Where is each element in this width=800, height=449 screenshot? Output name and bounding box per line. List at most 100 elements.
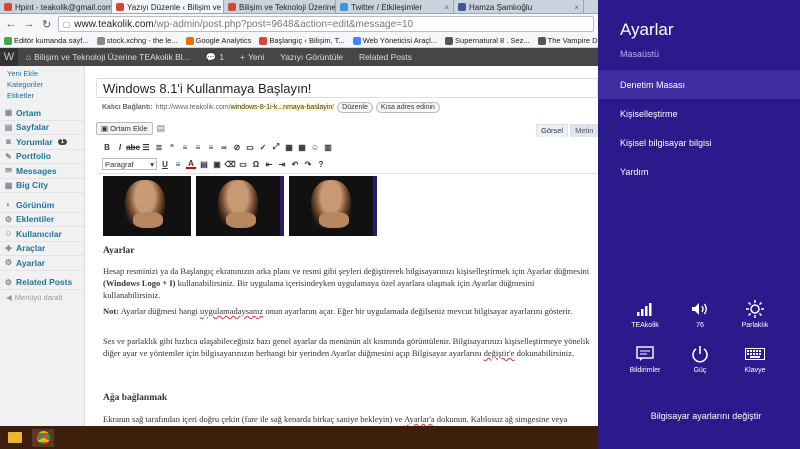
undo-icon[interactable]: ↶ xyxy=(290,159,300,169)
quick-power[interactable]: Güç xyxy=(675,345,725,374)
sidebar-item-portfolio[interactable]: ✎ Portfolio xyxy=(0,150,84,164)
settings-item-personalization[interactable]: Kişiselleştirme xyxy=(598,99,800,128)
align-left-icon[interactable]: ≡ xyxy=(180,142,190,152)
fullscreen-icon[interactable]: ⤢ xyxy=(271,142,281,152)
bookmark-item[interactable]: Başlangıç ‹ Bilişim, T... xyxy=(259,36,345,45)
sidebar-item-settings[interactable]: ⚙ Ayarlar xyxy=(0,256,84,271)
settings-item-control-panel[interactable]: Denetim Masası xyxy=(598,70,800,99)
blockquote-icon[interactable]: “ xyxy=(167,142,177,152)
editor-content[interactable]: Ayarlar Hesap resminizi ya da Başlangıç … xyxy=(97,173,598,426)
admin-bar-new[interactable]: + Yeni xyxy=(232,48,272,66)
tab-visual[interactable]: Görsel xyxy=(536,124,569,137)
chrome-icon[interactable] xyxy=(32,428,54,447)
redo-icon[interactable]: ↷ xyxy=(303,159,313,169)
reload-icon[interactable]: ↻ xyxy=(40,17,54,31)
italic-icon[interactable]: I xyxy=(115,142,125,152)
browser-tab-edit-post[interactable]: Yazıyı Düzenle ‹ Bilişim ve Te...× xyxy=(112,0,224,13)
bookmark-item[interactable]: Supernatural 8 . Sez... xyxy=(445,36,530,45)
quick-brightness[interactable]: Parlaklık xyxy=(730,300,780,329)
sidebar-item-users[interactable]: ☺ Kullanıcılar xyxy=(0,227,84,242)
spellcheck-icon[interactable]: ✓ xyxy=(258,142,268,152)
bookmark-item[interactable]: The Vampire Diaries ... xyxy=(537,36,598,45)
outdent-icon[interactable]: ⇤ xyxy=(264,159,274,169)
paste-word-icon[interactable]: ▣ xyxy=(212,159,222,169)
clear-format-icon[interactable]: ⌫ xyxy=(224,159,235,169)
link-icon[interactable]: ∞ xyxy=(219,142,229,152)
post-image[interactable] xyxy=(103,176,191,236)
get-shortlink-button[interactable]: Kısa adres edinin xyxy=(375,101,440,113)
address-bar[interactable]: ▢ www.teakolik.com/wp-admin/post.php?pos… xyxy=(57,16,595,32)
back-arrow-icon[interactable]: ← xyxy=(4,17,18,31)
sidebar-item-plugins[interactable]: ⚙ Eklentiler xyxy=(0,213,84,227)
browser-tab-gmail[interactable]: Hpint - teakolik@gmail.com× xyxy=(0,0,112,13)
browser-tab-twitter[interactable]: Twitter / Etkileşimler × xyxy=(336,0,454,13)
format-select[interactable]: Paragraf ▾ xyxy=(102,158,157,170)
sidebar-item-tools[interactable]: ✚ Araçlar xyxy=(0,242,84,256)
sidebar-subitem-add-new[interactable]: Yeni Ekle xyxy=(0,68,84,79)
sidebar-subitem-categories[interactable]: Kategoriler xyxy=(0,79,84,90)
edit-permalink-button[interactable]: Düzenle xyxy=(337,101,373,113)
bold-icon[interactable]: B xyxy=(102,142,112,152)
bullet-list-icon[interactable]: ☰ xyxy=(141,142,151,152)
bookmark-item[interactable]: stock.xchng - the le... xyxy=(96,36,178,45)
close-icon[interactable]: × xyxy=(444,3,449,12)
browser-tab-facebook[interactable]: Hamza Şamlıoğlu × xyxy=(454,0,584,13)
justify-icon[interactable]: ≡ xyxy=(173,159,183,169)
sidebar-item-messages[interactable]: ✉ Messages xyxy=(0,164,84,179)
unlink-icon[interactable]: ⊘ xyxy=(232,142,242,152)
post-image[interactable] xyxy=(289,176,377,236)
post-title-input[interactable]: Windows 8.1'i Kullanmaya Başlayın! xyxy=(96,78,598,98)
sidebar-subitem-tags[interactable]: Etiketler xyxy=(0,90,84,101)
add-media-button[interactable]: ▣ Ortam Ekle xyxy=(96,121,153,135)
bookmark-item[interactable]: Web Yöneticisi Araçl... xyxy=(352,36,437,45)
indent-icon[interactable]: ⇥ xyxy=(277,159,287,169)
collapse-menu-button[interactable]: ◀ Menüyü daralt xyxy=(0,290,84,304)
quick-volume[interactable]: 76 xyxy=(675,300,725,329)
sidebar-item-comments[interactable]: ◙ Yorumlar 1 xyxy=(0,135,84,150)
align-right-icon[interactable]: ≡ xyxy=(206,142,216,152)
form-icon[interactable]: ▤ xyxy=(157,123,166,134)
quick-notifications[interactable]: Bildirimler xyxy=(620,345,670,374)
permalink-slug[interactable]: windows-8-1i-k...nmaya-baslayin xyxy=(230,103,333,111)
settings-item-help[interactable]: Yardım xyxy=(598,157,800,186)
quick-keyboard[interactable]: Klavye xyxy=(730,345,780,374)
settings-item-pc-info[interactable]: Kişisel bilgisayar bilgisi xyxy=(598,128,800,157)
browser-tab-blog[interactable]: Bilişim ve Teknoloji Üzerine× xyxy=(224,0,336,13)
sidebar-item-big-city[interactable]: ▦ Big City xyxy=(0,179,84,193)
post-image[interactable] xyxy=(196,176,284,236)
kitchen-sink-icon[interactable]: ▦ xyxy=(284,142,294,152)
admin-bar-view-post[interactable]: Yazıyı Görüntüle xyxy=(272,48,351,66)
numbered-list-icon[interactable]: ≣ xyxy=(154,142,164,152)
paste-text-icon[interactable]: ▤ xyxy=(199,159,209,169)
admin-bar-site[interactable]: ⌂ Bilişim ve Teknoloji Üzerine TEAkolik B… xyxy=(18,48,198,66)
quick-network[interactable]: TEAkolik xyxy=(620,300,670,329)
tab-text[interactable]: Metin xyxy=(570,124,599,137)
emoticon-icon[interactable]: ☺ xyxy=(310,142,320,152)
close-icon[interactable]: × xyxy=(574,3,579,12)
file-explorer-icon[interactable] xyxy=(4,429,26,447)
sidebar-item-pages[interactable]: ▤ Sayfalar xyxy=(0,121,84,135)
admin-bar-comments[interactable]: 💬 1 xyxy=(198,48,232,66)
wordpress-logo-icon[interactable]: W xyxy=(0,48,18,66)
forward-arrow-icon[interactable]: → xyxy=(22,17,36,31)
more-tag-icon[interactable]: ▭ xyxy=(245,142,255,152)
help-icon[interactable]: ? xyxy=(316,159,326,169)
bookmark-item[interactable]: Editör kumanda sayf... xyxy=(4,36,89,45)
code-icon[interactable]: ▥ xyxy=(323,142,333,152)
sidebar-item-appearance[interactable]: ◐ Görünüm xyxy=(0,198,84,213)
media-embed-icon[interactable]: ▭ xyxy=(238,159,248,169)
sidebar-item-media[interactable]: ▣ Ortam xyxy=(0,106,84,121)
sidebar-item-label: Görünüm xyxy=(16,199,55,210)
special-char-icon[interactable]: Ω xyxy=(251,159,261,169)
bookmark-item[interactable]: Google Analytics xyxy=(185,36,251,45)
sidebar-item-related-posts[interactable]: ⚙ Related Posts xyxy=(0,276,84,290)
text-color-icon[interactable]: A xyxy=(186,159,196,169)
change-pc-settings-link[interactable]: Bilgisayar ayarlarını değiştir xyxy=(598,411,800,421)
underline-icon[interactable]: U xyxy=(160,159,170,169)
admin-bar-related[interactable]: Related Posts xyxy=(351,48,420,66)
media-row: ▣ Ortam Ekle ▤ xyxy=(96,121,165,135)
strikethrough-icon[interactable]: abc xyxy=(126,142,140,152)
table-icon[interactable]: ▦ xyxy=(297,142,307,152)
align-center-icon[interactable]: ≡ xyxy=(193,142,203,152)
bookmark-label: Başlangıç ‹ Bilişim, T... xyxy=(269,36,345,45)
